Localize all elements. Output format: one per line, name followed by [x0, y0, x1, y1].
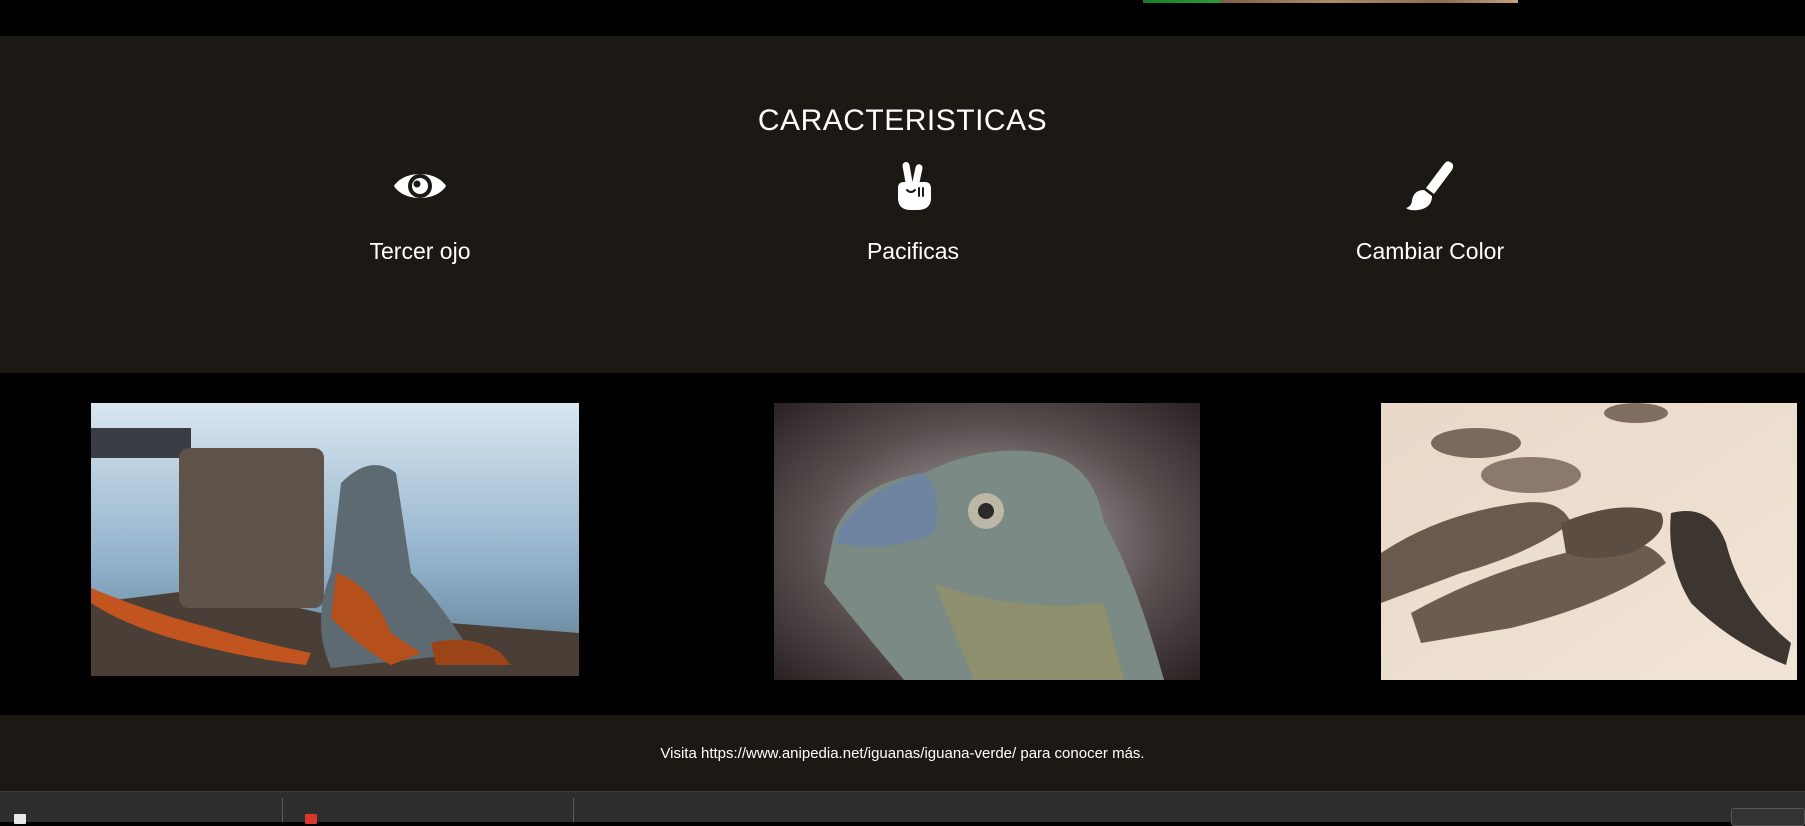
top-strip: [0, 0, 1805, 36]
pdf-file-icon: [305, 814, 317, 824]
paint-brush-icon: [1406, 161, 1454, 211]
divider: [573, 798, 574, 822]
features-section: CARACTERISTICAS Tercer ojo Pacificas Cam…: [0, 36, 1805, 373]
features-title: CARACTERISTICAS: [757, 104, 1048, 137]
footer-text: Visita https://www.anipedia.net/iguanas/…: [660, 745, 1145, 762]
feature-pacificas: Pacificas: [763, 158, 1063, 265]
file-icon: [14, 814, 26, 824]
download-item[interactable]: [283, 792, 573, 824]
feature-tercer-ojo: Tercer ojo: [270, 158, 570, 265]
header-image-edge: [1143, 0, 1518, 3]
gallery-section: [0, 373, 1805, 715]
downloads-bar: [0, 791, 1805, 826]
download-item[interactable]: [0, 792, 282, 824]
feature-label: Tercer ojo: [369, 238, 471, 264]
footer: Visita https://www.anipedia.net/iguanas/…: [0, 715, 1805, 791]
feature-cambiar-color: Cambiar Color: [1280, 158, 1580, 265]
peace-hand-icon: [898, 162, 931, 210]
show-all-button[interactable]: [1731, 808, 1805, 826]
iguana-photo-closeup: [774, 403, 1200, 680]
iguana-photo-rocks: [91, 403, 579, 676]
eye-icon: [394, 174, 446, 198]
iguanas-photo-beach: [1381, 403, 1797, 680]
feature-label: Pacificas: [866, 238, 960, 264]
feature-label: Cambiar Color: [1355, 238, 1505, 264]
